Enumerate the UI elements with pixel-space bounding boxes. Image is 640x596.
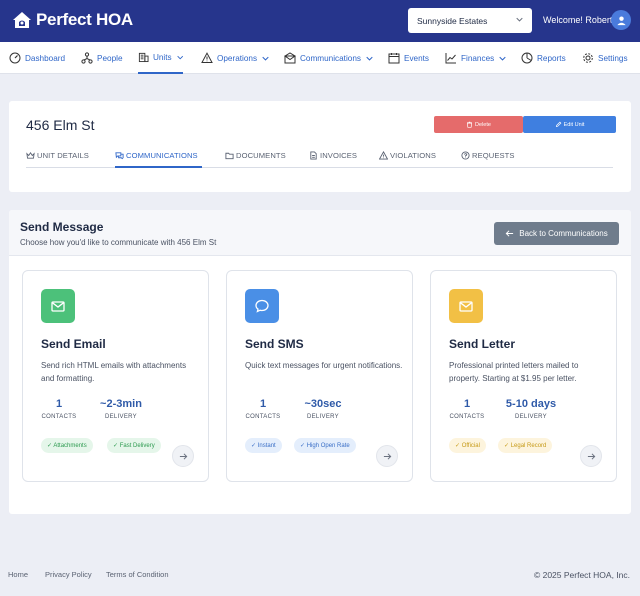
user-icon [616,15,626,25]
main-nav: Dashboard People Units Operations Commun… [0,42,640,74]
edit-unit-button[interactable]: Edit Unit [523,116,616,133]
tab-communications[interactable]: COMMUNICATIONS [115,149,202,168]
warning-icon [379,151,388,160]
tab-invoices[interactable]: INVOICES [309,149,357,168]
user-avatar[interactable] [611,10,631,30]
chevron-down-icon [516,17,523,22]
tab-unit-details[interactable]: UNIT DETAILS [26,149,89,168]
option-description: Professional printed letters mailed to p… [449,361,579,383]
feature-tag: ✓ Legal Record [498,438,553,453]
back-to-communications-button[interactable]: Back to Communications [494,222,619,245]
stat-delivery: ~2-3min DELIVERY [100,398,142,420]
send-message-header: Send Message Choose how you'd like to co… [9,210,631,256]
people-network-icon [81,52,93,64]
gauge-icon [9,52,21,64]
folder-icon [225,152,234,160]
nav-item-communications[interactable]: Communications [284,42,373,74]
footer-link-privacy[interactable]: Privacy Policy [45,570,92,579]
nav-item-reports[interactable]: Reports [521,42,566,74]
stat-delivery: ~30sec DELIVERY [304,398,342,420]
chevron-down-icon [366,56,373,61]
arrow-right-icon [179,452,187,460]
arrow-left-icon [505,230,514,237]
mail-icon [284,52,296,64]
nav-item-operations[interactable]: Operations [201,42,269,74]
nav-item-events[interactable]: Events [388,42,429,74]
send-message-card: Send Message Choose how you'd like to co… [9,210,631,514]
building-icon [138,52,149,63]
nav-item-settings[interactable]: Settings [582,42,628,74]
page-title: 456 Elm St [26,117,95,133]
option-icon-tile [449,289,483,323]
nav-item-finances[interactable]: Finances [445,42,506,74]
warning-icon [201,52,213,63]
pencil-icon [555,121,561,128]
feature-tag: ✓ Fast Delivery [107,438,161,453]
community-select[interactable]: Sunnyside Estates [408,8,532,33]
chat-icon [115,152,124,160]
speech-bubble-icon [255,299,269,313]
chevron-down-icon [176,55,183,59]
calendar-icon [388,53,400,64]
option-title: Send Email [41,337,106,351]
option-icon-tile [41,289,75,323]
house-logo-icon [13,12,31,28]
pie-chart-icon [521,52,533,64]
footer-link-home[interactable]: Home [8,570,28,579]
stat-contacts: 1 CONTACTS [41,398,77,420]
question-icon [461,151,470,160]
feature-tag: ✓ Official [449,438,486,453]
select-letter-button[interactable] [580,445,602,467]
chevron-down-icon [262,56,269,61]
welcome-text: Welcome! Robert [543,15,613,25]
arrow-right-icon [587,452,595,460]
stat-delivery: 5-10 days DELIVERY [505,398,557,420]
tab-violations[interactable]: VIOLATIONS [379,149,436,168]
chevron-down-icon [499,56,506,61]
community-select-value: Sunnyside Estates [417,15,488,26]
stat-contacts: 1 CONTACTS [449,398,485,420]
envelope-icon [459,301,473,312]
gear-icon [583,53,593,63]
top-bar: Perfect HOA Sunnyside Estates Welcome! R… [0,0,640,42]
arrow-right-icon [383,452,391,460]
crown-icon [26,151,35,159]
option-title: Send SMS [245,337,304,351]
copyright: © 2025 Perfect HOA, Inc. [533,570,630,580]
feature-tag: ✓ Attachments [41,438,93,453]
feature-tag: ✓ Instant [245,438,282,453]
chart-line-icon [445,53,456,64]
brand-name: Perfect HOA [36,10,133,29]
option-card-email[interactable]: Send Email Send rich HTML emails with at… [22,270,209,482]
trash-icon [467,121,473,128]
delete-button[interactable]: Delete [434,116,523,133]
envelope-icon [51,301,65,312]
file-icon [310,151,317,160]
tab-documents[interactable]: DOCUMENTS [225,149,286,168]
nav-item-dashboard[interactable]: Dashboard [9,42,65,74]
select-sms-button[interactable] [376,445,398,467]
option-card-sms[interactable]: Send SMS Quick text messages for urgent … [226,270,413,482]
option-title: Send Letter [449,337,516,351]
option-description: Send rich HTML emails with attachments a… [41,361,187,383]
footer-link-terms[interactable]: Terms of Condition [106,570,169,579]
nav-item-units[interactable]: Units [138,42,183,74]
select-email-button[interactable] [172,445,194,467]
brand-logo[interactable]: Perfect HOA [11,10,133,30]
unit-header-card: 456 Elm St Delete Edit Unit UNIT DETAILS… [9,101,631,192]
option-icon-tile [245,289,279,323]
unit-tabs: UNIT DETAILS COMMUNICATIONS DOCUMENTS IN… [26,149,613,168]
stat-contacts: 1 CONTACTS [245,398,281,420]
feature-tag: ✓ High Open Rate [294,438,356,453]
section-title: Send Message [20,220,104,234]
tab-requests[interactable]: REQUESTS [461,149,515,168]
option-description: Quick text messages for urgent notificat… [245,361,403,370]
nav-item-people[interactable]: People [81,42,123,74]
option-card-letter[interactable]: Send Letter Professional printed letters… [430,270,617,482]
section-subtitle: Choose how you'd like to communicate wit… [20,238,217,247]
